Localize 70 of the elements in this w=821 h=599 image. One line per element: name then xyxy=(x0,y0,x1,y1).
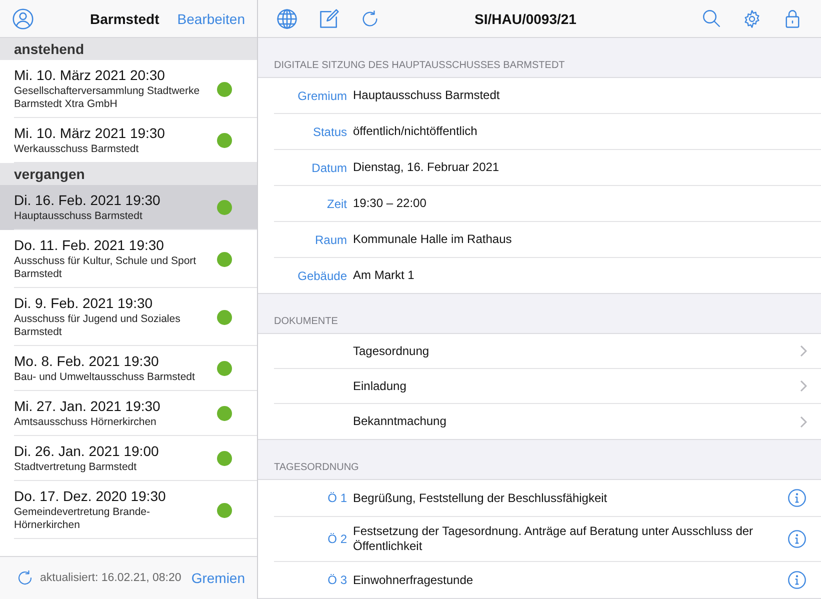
info-icon xyxy=(787,529,807,549)
sidebar-title: Barmstedt xyxy=(89,10,160,26)
document-title: SI/HAU/0093/21 xyxy=(474,10,578,26)
meeting-date: Mi. 27. Jan. 2021 19:30 xyxy=(14,398,162,414)
meeting-date: Mi. 10. März 2021 19:30 xyxy=(14,125,166,141)
meeting-name: Bau- und Umweltausschuss Barmstedt xyxy=(14,371,196,384)
field-label: Status xyxy=(312,124,347,138)
meeting-name: Gesellschafterversammlung Stadtwerke Barmstedt Xtra GmbH xyxy=(14,85,201,111)
field-value: öffentlich/nichtöffentlich xyxy=(353,123,478,140)
meeting-date: Di. 16. Feb. 2021 19:30 xyxy=(14,192,162,208)
meeting-date: Mi. 10. März 2021 20:30 xyxy=(14,67,166,83)
document-row[interactable]: Tagesordnung xyxy=(274,334,821,369)
meeting-item[interactable]: Di. 16. Feb. 2021 19:30 Hauptausschuss Barmstedt xyxy=(0,185,257,230)
meeting-name: Ausschuss für Jugend und Soziales Barmstedt xyxy=(14,313,182,339)
search-button[interactable] xyxy=(701,8,722,29)
globe-button[interactable] xyxy=(276,8,298,30)
meeting-date: Di. 26. Jan. 2021 19:00 xyxy=(14,443,160,459)
field-value: Kommunale Halle im Rathaus xyxy=(353,231,513,248)
field-value: Hauptausschuss Barmstedt xyxy=(353,87,501,104)
agenda-title: Einwohnerfragestunde xyxy=(353,572,474,588)
field-value: Am Markt 1 xyxy=(353,267,416,284)
agenda-number: Ö 3 xyxy=(326,573,347,587)
edit-note-button[interactable] xyxy=(318,8,340,30)
meeting-date: Di. 9. Feb. 2021 19:30 xyxy=(14,295,154,311)
updated-text: aktualisiert: 16.02.21, 08:20 xyxy=(40,572,182,584)
refresh-icon xyxy=(360,8,380,28)
agenda-number: Ö 2 xyxy=(326,532,347,546)
profile-button[interactable] xyxy=(12,8,34,30)
section-caption: DIGITALE SITZUNG DES HAUPTAUSSCHUSSES BARMSTEDT xyxy=(273,59,566,73)
section-header: anstehend xyxy=(0,38,257,60)
meeting-date: Do. 11. Feb. 2021 19:30 xyxy=(14,237,165,253)
meeting-name: Amtsausschuss Hörnerkirchen xyxy=(14,416,158,429)
agenda-title: Begrüßung, Feststellung der Beschlussfähigkeit xyxy=(353,490,608,506)
field-value: Dienstag, 16. Februar 2021 xyxy=(353,159,500,176)
meeting-name: Werkausschuss Barmstedt xyxy=(14,143,140,156)
settings-icon xyxy=(742,8,762,28)
info-button[interactable] xyxy=(787,488,807,508)
meeting-date: Do. 17. Dez. 2020 19:30 xyxy=(14,488,167,504)
document-row[interactable]: Bekanntmachung xyxy=(274,404,821,439)
info-icon xyxy=(787,488,807,508)
field-value: 19:30 – 22:00 xyxy=(353,195,428,212)
field-label: Raum xyxy=(314,232,347,246)
section-caption: TAGESORDNUNG xyxy=(273,461,360,475)
field-label: Datum xyxy=(310,160,347,174)
meeting-name: Stadtvertretung Barmstedt xyxy=(14,461,138,474)
settings-button[interactable] xyxy=(742,8,762,28)
meeting-name: Hauptausschuss Barmstedt xyxy=(14,210,144,223)
chevron-icon xyxy=(800,380,807,392)
refresh-icon xyxy=(16,569,34,587)
meeting-name: Ausschuss für Kultur, Schule und Sport Barmstedt xyxy=(14,255,198,281)
reload-button[interactable] xyxy=(360,8,380,28)
person-icon xyxy=(12,8,34,30)
search-icon xyxy=(701,8,722,29)
agenda-title: Festsetzung der Tagesordnung. Anträge auf Beratung unter Ausschluss der Öffentlichkeit xyxy=(353,523,754,555)
info-icon xyxy=(787,570,807,590)
compose-icon xyxy=(318,8,340,30)
field-label: Gebäude xyxy=(296,268,347,282)
info-button[interactable] xyxy=(787,529,807,549)
meeting-name: Gemeindevertretung Brande-Hörnerkirchen xyxy=(14,506,151,532)
section-caption: DOKUMENTE xyxy=(273,315,339,329)
chevron-icon xyxy=(800,345,807,357)
field-label: Zeit xyxy=(326,196,347,210)
section-header: vergangen xyxy=(0,163,257,185)
chevron-icon xyxy=(800,416,807,428)
document-row[interactable]: Einladung xyxy=(274,369,821,404)
globe-icon xyxy=(276,8,298,30)
field-label: Gremium xyxy=(296,88,347,102)
meeting-date: Mo. 8. Feb. 2021 19:30 xyxy=(14,353,160,369)
agenda-number: Ö 1 xyxy=(326,491,347,505)
info-button[interactable] xyxy=(787,570,807,590)
